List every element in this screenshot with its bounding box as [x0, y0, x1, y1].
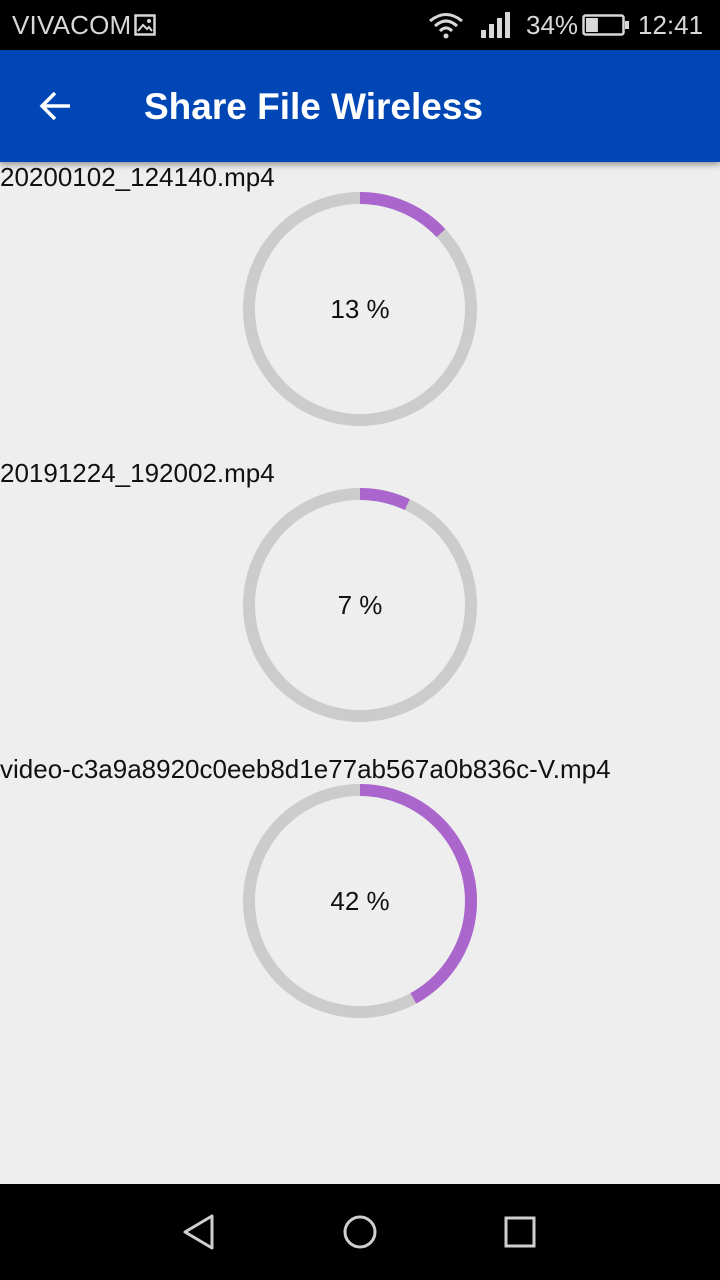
wifi-icon — [429, 13, 463, 39]
nav-back-icon[interactable] — [180, 1212, 220, 1252]
status-bar: VIVACOM 34% 12:41 — [0, 0, 720, 50]
transfer-item: video-c3a9a8920c0eeb8d1e77ab567a0b836c-V… — [0, 754, 720, 1050]
nav-recents-icon[interactable] — [500, 1212, 540, 1252]
navigation-bar — [0, 1184, 720, 1280]
progress-label: 7 % — [337, 589, 383, 620]
battery-percent: 34% — [526, 10, 579, 40]
image-icon — [134, 14, 156, 36]
battery-icon — [582, 14, 629, 36]
progress-label: 13 % — [330, 293, 390, 324]
app-bar: Share File Wireless — [0, 50, 720, 162]
file-name: video-c3a9a8920c0eeb8d1e77ab567a0b836c-V… — [0, 754, 611, 784]
back-button[interactable] — [28, 78, 84, 134]
transfer-item: 20200102_124140.mp4 13 % — [0, 162, 720, 458]
transfer-list: 20200102_124140.mp4 13 % 20191224_192002… — [0, 162, 720, 1184]
progress-label: 42 % — [330, 885, 390, 916]
clock: 12:41 — [638, 10, 704, 40]
signal-icon — [481, 12, 510, 38]
file-name: 20200102_124140.mp4 — [0, 162, 275, 192]
file-name: 20191224_192002.mp4 — [0, 458, 275, 488]
page-title: Share File Wireless — [144, 86, 483, 127]
nav-home-icon[interactable] — [340, 1212, 380, 1252]
carrier-name: VIVACOM — [12, 10, 132, 40]
arrow-back-icon — [39, 91, 70, 121]
transfer-item: 20191224_192002.mp4 7 % — [0, 458, 720, 754]
